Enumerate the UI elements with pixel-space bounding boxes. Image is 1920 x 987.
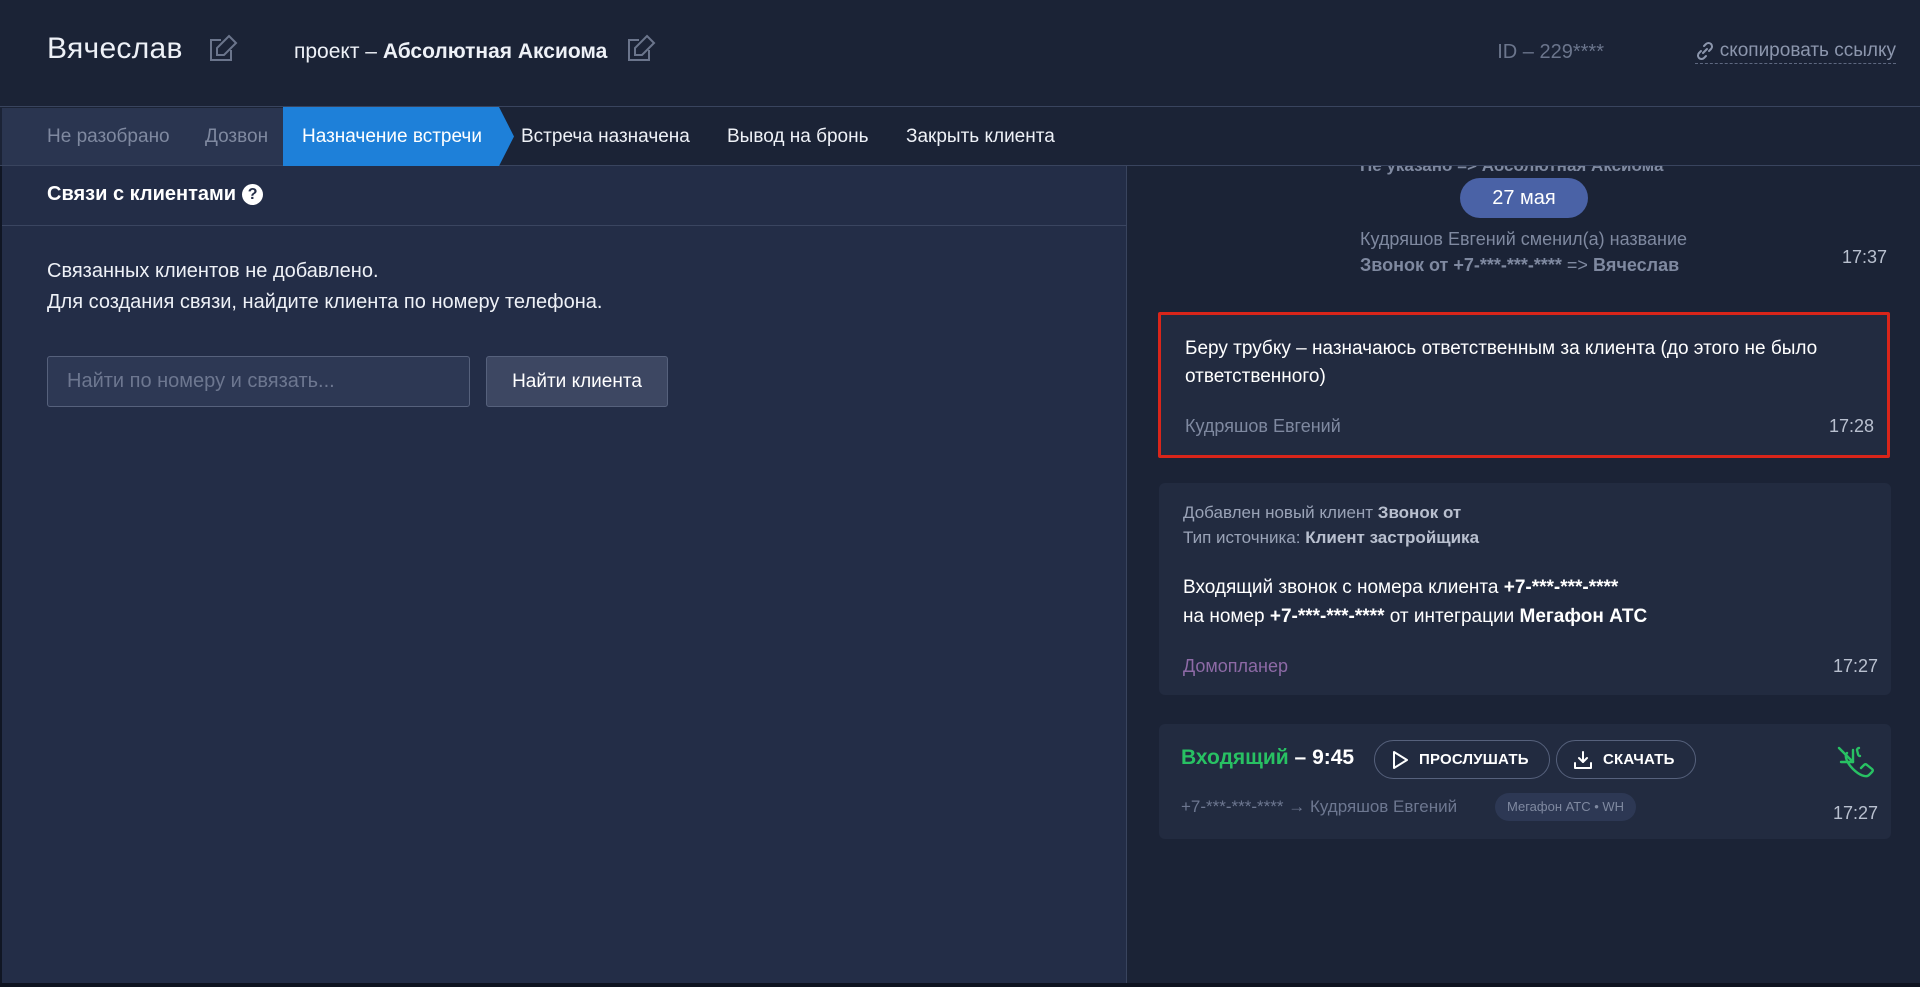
comment-author: Кудряшов Евгений [1185, 416, 1341, 436]
call-route: +7-***-***-**** → Кудряшов Евгений [1181, 797, 1458, 816]
rename-event-time: 17:37 [1841, 247, 1887, 267]
edit-name-icon[interactable] [207, 33, 239, 65]
integration-name: Мегафон АТС [1519, 606, 1648, 627]
new-name: Вячеслав [1592, 255, 1680, 275]
target-number-prefix: на номер [1183, 606, 1270, 627]
project-name: Абсолютная Аксиома [382, 40, 608, 63]
incoming-call-prefix: Входящий звонок с номера клиента [1183, 577, 1504, 598]
find-client-button[interactable]: Найти клиента [486, 356, 668, 407]
stage-meeting-scheduled[interactable]: Встреча назначена [521, 107, 690, 166]
rename-arrow: => [1561, 255, 1593, 275]
rename-event: Кудряшов Евгений сменил(а) название Звон… [1360, 226, 1687, 278]
integration-prefix: от интеграции [1384, 606, 1520, 627]
new-client-line: Добавлен новый клиент Звонок от [1183, 503, 1461, 523]
play-icon [1391, 750, 1409, 770]
link-icon [1695, 41, 1715, 61]
client-name: Вячеслав [47, 32, 183, 65]
integration-tag: Мегафон АТС • WH [1495, 793, 1637, 821]
source-type-line: Тип источника: Клиент застройщика [1183, 528, 1479, 548]
project-label: проект – Абсолютная Аксиома [294, 40, 607, 64]
copy-link-label: скопировать ссылку [1719, 40, 1896, 61]
old-name: Звонок от +7-***-***-**** [1360, 255, 1562, 275]
rename-event-detail: Звонок от +7-***-***-**** => Вячеслав [1360, 252, 1687, 278]
download-button-label: СКАЧАТЬ [1603, 751, 1675, 768]
download-icon [1573, 750, 1593, 770]
phone-search-input[interactable] [47, 356, 470, 407]
client-links-title: Связи с клиентами [47, 183, 237, 205]
target-number-line: на номер +7-***-***-**** от интеграции М… [1183, 606, 1647, 628]
stage-not-sorted[interactable]: Не разобрано [47, 107, 170, 166]
new-client-label: Добавлен новый клиент [1183, 503, 1378, 522]
comment-text: Беру трубку – назначаюсь ответственным з… [1185, 338, 1818, 387]
new-client-card: Добавлен новый клиент Звонок от Тип исто… [1159, 483, 1891, 695]
incoming-call-icon [1835, 744, 1877, 786]
deal-id: ID – 229**** [1497, 41, 1604, 63]
new-client-value: Звонок от [1377, 503, 1462, 522]
client-phone: +7-***-***-**** [1503, 577, 1619, 598]
comment-card: Беру трубку – назначаюсь ответственным з… [1158, 312, 1890, 458]
call-direction-label: Входящий [1181, 746, 1289, 769]
empty-state-line-1: Связанных клиентов не добавлено. [47, 260, 379, 282]
header: Вячеслав проект – Абсолютная Аксиома ID … [0, 0, 1920, 107]
listen-button[interactable]: ПРОСЛУШАТЬ [1374, 740, 1550, 779]
date-badge: 27 мая [1460, 178, 1588, 218]
call-card: Входящий – 9:45 ПРОСЛУШАТЬ СКАЧАТЬ +7-**… [1159, 724, 1891, 839]
call-duration: – 9:45 [1288, 746, 1355, 769]
client-links-panel: Связи с клиентами ? Связанных клиентов н… [0, 166, 1127, 983]
stage-booking[interactable]: Вывод на бронь [727, 107, 868, 166]
bottom-edge [0, 983, 1920, 987]
section-divider [2, 225, 1127, 226]
project-prefix: проект – [294, 40, 377, 63]
call-time: 17:27 [1832, 803, 1878, 823]
rename-event-line: Кудряшов Евгений сменил(а) название [1360, 229, 1688, 249]
activity-feed[interactable]: Не указано => Абсолютная Аксиома 27 мая … [1128, 166, 1920, 983]
stage-bar: Не разобрано Дозвон Назначение встречи В… [0, 107, 1920, 166]
clipped-event-text: Не указано => Абсолютная Аксиома [1360, 166, 1663, 176]
section-title: Связи с клиентами ? [47, 183, 264, 206]
new-client-time: 17:27 [1832, 656, 1878, 676]
comment-time: 17:28 [1828, 416, 1874, 436]
source-type-label: Тип источника: [1183, 528, 1306, 547]
copy-link-button[interactable]: скопировать ссылку [1694, 40, 1896, 64]
system-author: Домопланер [1183, 656, 1289, 676]
stage-calling[interactable]: Дозвон [205, 107, 268, 166]
download-button[interactable]: СКАЧАТЬ [1556, 740, 1696, 779]
edit-project-icon[interactable] [625, 33, 657, 65]
source-type-value: Клиент застройщика [1305, 528, 1480, 547]
incoming-call-line: Входящий звонок с номера клиента +7-***-… [1183, 577, 1618, 599]
stage-scheduling-meeting[interactable]: Назначение встречи [283, 107, 514, 166]
listen-button-label: ПРОСЛУШАТЬ [1419, 751, 1529, 768]
call-direction: Входящий – 9:45 [1181, 746, 1354, 770]
stage-close-client[interactable]: Закрыть клиента [906, 107, 1055, 166]
help-icon[interactable]: ? [242, 184, 264, 205]
empty-state-line-2: Для создания связи, найдите клиента по н… [47, 291, 603, 313]
target-phone: +7-***-***-**** [1269, 606, 1385, 627]
